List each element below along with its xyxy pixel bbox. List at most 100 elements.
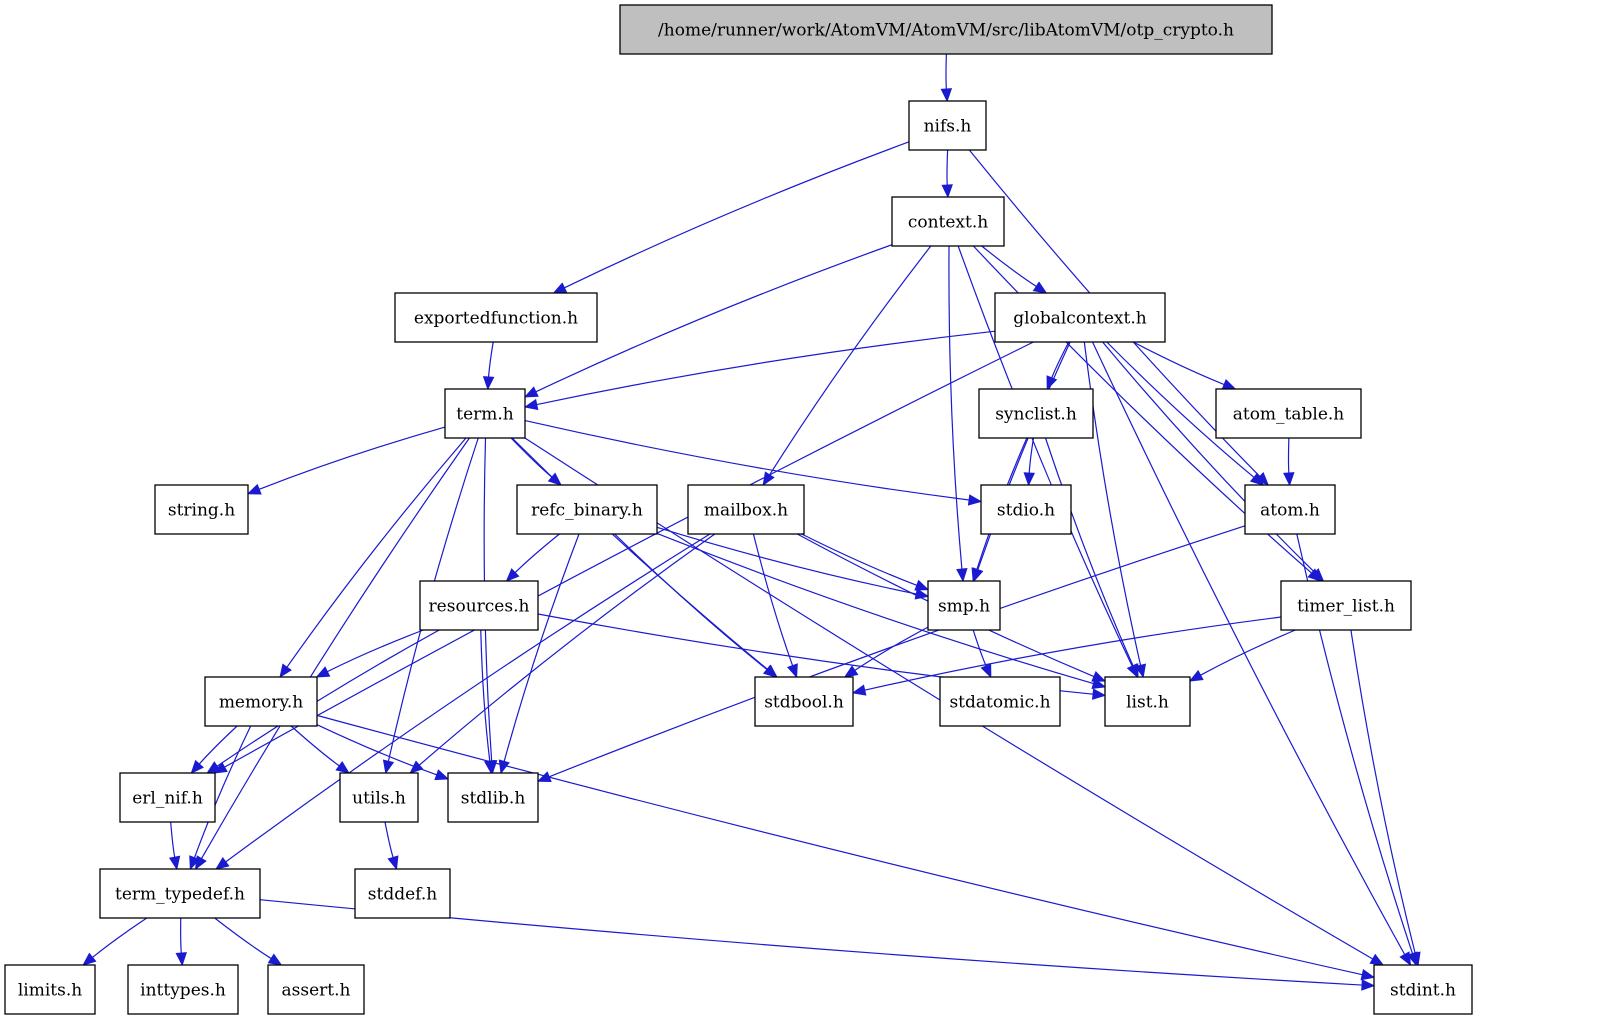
node-label: stdatomic.h <box>949 693 1050 713</box>
arrowhead-icon <box>1091 671 1107 682</box>
node-label: exportedfunction.h <box>414 309 578 329</box>
edge-line <box>418 533 716 766</box>
edge-line <box>180 917 182 954</box>
arrowhead-icon <box>315 666 331 678</box>
node-label: resources.h <box>429 597 530 617</box>
edge-line <box>258 426 446 490</box>
node-synclist[interactable]: synclist.h <box>978 388 1094 439</box>
node-limits[interactable]: limits.h <box>4 964 96 1015</box>
node-label: limits.h <box>18 981 82 1001</box>
edge-mailbox-to-smp <box>801 533 930 591</box>
edge-memory-to-utils <box>290 725 350 774</box>
node-memory[interactable]: memory.h <box>204 676 318 727</box>
node-assert[interactable]: assert.h <box>267 964 365 1015</box>
edge-term_typedef-to-inttypes <box>175 917 187 967</box>
node-exportedfunction[interactable]: exportedfunction.h <box>394 292 598 343</box>
node-term-typedef[interactable]: term_typedef.h <box>99 868 261 919</box>
arrowhead-icon <box>980 663 992 679</box>
node-atom[interactable]: atom.h <box>1244 484 1336 535</box>
node-label: stddef.h <box>368 885 437 905</box>
arrowhead-icon <box>382 759 395 775</box>
edge-refc_binary-to-stdbool <box>614 533 778 678</box>
node-label: utils.h <box>352 789 406 809</box>
node-label: atom_table.h <box>1233 405 1345 425</box>
edge-line <box>946 149 949 186</box>
node-resources[interactable]: resources.h <box>419 580 539 631</box>
edge-term-to-stdbool <box>511 437 778 678</box>
node-label: /home/runner/work/AtomVM/AtomVM/src/libA… <box>658 21 1234 41</box>
node-atom-table[interactable]: atom_table.h <box>1215 388 1362 439</box>
edge-term-to-memory <box>279 437 467 679</box>
arrowhead-icon <box>335 760 350 774</box>
arrowhead-icon <box>1399 951 1412 967</box>
node-erl-nif[interactable]: erl_nif.h <box>119 772 216 823</box>
arrowhead-icon <box>552 282 568 294</box>
node-label: assert.h <box>282 981 351 1001</box>
node-globalcontext[interactable]: globalcontext.h <box>994 292 1166 343</box>
node-smp[interactable]: smp.h <box>927 580 1001 631</box>
node-label: nifs.h <box>924 117 972 137</box>
edge-erl_nif-to-term_typedef <box>168 821 181 871</box>
node-inttypes[interactable]: inttypes.h <box>127 964 239 1015</box>
edge-term-to-string <box>246 426 446 495</box>
node-mailbox[interactable]: mailbox.h <box>687 484 805 535</box>
node-stdbool[interactable]: stdbool.h <box>754 676 854 727</box>
edge-line <box>1028 437 1035 474</box>
edge-line <box>224 341 1034 768</box>
edge-line <box>769 245 932 476</box>
node-refc-binary[interactable]: refc_binary.h <box>516 484 658 535</box>
edge-line <box>548 525 1246 778</box>
arrowhead-icon <box>1361 979 1376 991</box>
edge-line <box>286 437 467 668</box>
arrowhead-icon <box>1032 281 1048 294</box>
arrowhead-icon <box>956 568 968 583</box>
node-stdlib[interactable]: stdlib.h <box>447 772 539 823</box>
node-label: memory.h <box>219 693 303 713</box>
arrowhead-icon <box>267 953 283 966</box>
edge-line <box>564 141 910 289</box>
node-label: stdint.h <box>1390 981 1456 1001</box>
node-utils[interactable]: utils.h <box>339 772 419 823</box>
edge-line <box>1132 341 1225 386</box>
edge-line <box>214 917 272 960</box>
edge-line <box>1350 629 1416 954</box>
node-nifs[interactable]: nifs.h <box>908 100 987 151</box>
edge-globalcontext-to-synclist <box>1046 341 1070 391</box>
include-graph: /home/runner/work/AtomVM/AtomVM/src/libA… <box>4 4 1473 1015</box>
node-stddef[interactable]: stddef.h <box>354 868 451 919</box>
arrowhead-icon <box>168 855 181 871</box>
node-label: context.h <box>908 213 988 233</box>
arrowhead-icon <box>1188 669 1204 682</box>
edge-line <box>801 533 918 586</box>
edge-term_typedef-to-assert <box>214 917 283 966</box>
edge-globalcontext-to-smp <box>972 341 1071 583</box>
node-stdatomic[interactable]: stdatomic.h <box>939 676 1061 727</box>
arrowhead-icon <box>246 483 262 495</box>
arrowhead-icon <box>843 665 859 678</box>
arrowhead-icon <box>194 855 207 871</box>
node-stdio[interactable]: stdio.h <box>980 484 1072 535</box>
edge-context-to-globalcontext <box>981 245 1048 294</box>
node-term[interactable]: term.h <box>444 388 526 439</box>
edge-line <box>656 526 917 595</box>
node-context[interactable]: context.h <box>891 196 1005 247</box>
arrowhead-icon <box>215 856 230 870</box>
edge-line <box>503 533 580 762</box>
arrowhead-icon <box>387 855 399 871</box>
node-stdint[interactable]: stdint.h <box>1373 964 1473 1015</box>
edge-nifs-to-context <box>941 149 953 199</box>
edge-line <box>170 821 176 858</box>
edge-line <box>854 626 929 671</box>
node-timer-list[interactable]: timer_list.h <box>1280 580 1412 631</box>
edge-globalcontext-to-term <box>523 330 996 411</box>
edge-context-to-smp <box>948 245 968 583</box>
node-label: mailbox.h <box>704 501 788 521</box>
node-list[interactable]: list.h <box>1104 676 1191 727</box>
edge-context-to-mailbox <box>762 245 932 487</box>
node-label: synclist.h <box>995 405 1077 425</box>
edge-line <box>1200 629 1296 676</box>
node-string[interactable]: string.h <box>154 484 249 535</box>
edge-globalcontext-to-atom_table <box>1132 341 1237 390</box>
node-otp-crypto: /home/runner/work/AtomVM/AtomVM/src/libA… <box>619 4 1273 55</box>
edge-otp_crypto-to-nifs <box>940 53 953 103</box>
